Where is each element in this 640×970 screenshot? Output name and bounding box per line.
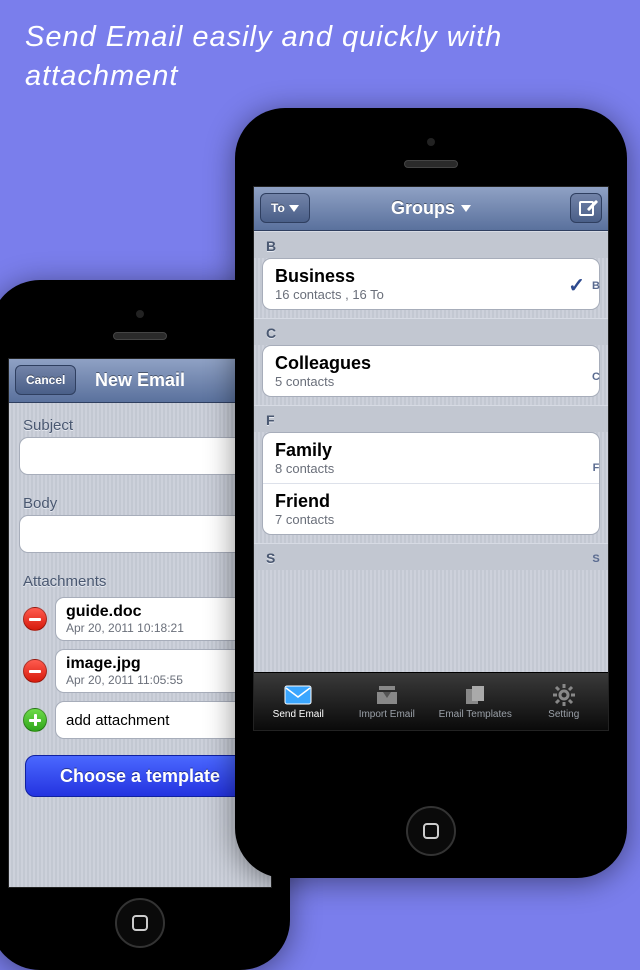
subject-input[interactable] <box>19 437 261 475</box>
add-attachment-button[interactable] <box>23 708 47 732</box>
to-selector-button[interactable]: To <box>260 193 310 223</box>
add-attachment-cell[interactable]: add attachment <box>55 701 261 739</box>
group-subtext: 16 contacts , 16 To <box>275 287 587 302</box>
mail-icon <box>284 683 312 707</box>
tab-import-email[interactable]: Import Email <box>343 673 432 730</box>
cancel-button[interactable]: Cancel <box>15 365 76 395</box>
group-name: Friend <box>275 491 587 512</box>
compose-navbar: Cancel New Email <box>9 359 271 403</box>
attachment-meta: Apr 20, 2011 11:05:55 <box>66 673 250 687</box>
tab-label: Import Email <box>359 709 415 720</box>
chevron-down-icon <box>289 205 299 212</box>
attachment-cell[interactable]: image.jpg Apr 20, 2011 11:05:55 <box>55 649 261 693</box>
group-item[interactable]: Family 8 contacts <box>263 433 599 483</box>
promo-headline: Send Email easily and quickly with attac… <box>25 18 615 96</box>
home-button[interactable] <box>115 898 165 948</box>
group-name: Business <box>275 266 587 287</box>
subject-label: Subject <box>19 411 261 437</box>
attachment-row: image.jpg Apr 20, 2011 11:05:55 <box>19 645 261 697</box>
compose-button[interactable] <box>570 193 602 223</box>
index-letter[interactable]: F <box>588 462 604 474</box>
tab-label: Email Templates <box>439 709 512 720</box>
tab-email-templates[interactable]: Email Templates <box>431 673 520 730</box>
attachment-cell[interactable]: guide.doc Apr 20, 2011 10:18:21 <box>55 597 261 641</box>
group-subtext: 5 contacts <box>275 374 587 389</box>
group-item[interactable]: Business 16 contacts , 16 To ✓ <box>263 259 599 309</box>
tab-setting[interactable]: Setting <box>520 673 609 730</box>
group-item[interactable]: Colleagues 5 contacts <box>263 346 599 396</box>
attachment-row: guide.doc Apr 20, 2011 10:18:21 <box>19 593 261 645</box>
compose-title: New Email <box>95 370 185 391</box>
index-letter[interactable]: B <box>588 280 604 292</box>
group-item[interactable]: Friend 7 contacts <box>263 483 599 534</box>
attachment-meta: Apr 20, 2011 10:18:21 <box>66 621 250 635</box>
section-header: B <box>254 231 608 258</box>
add-attachment-label: add attachment <box>66 712 250 729</box>
group-subtext: 7 contacts <box>275 512 587 527</box>
templates-icon <box>464 683 486 707</box>
group-subtext: 8 contacts <box>275 461 587 476</box>
tab-bar: Send Email Import Email Email Templates … <box>254 672 608 730</box>
groups-title[interactable]: Groups <box>391 198 471 219</box>
body-label: Body <box>19 489 261 515</box>
compose-icon <box>579 201 594 216</box>
gear-icon <box>552 683 576 707</box>
add-attachment-row: add attachment <box>19 697 261 743</box>
tab-label: Send Email <box>273 709 324 720</box>
section-header: S <box>254 543 608 570</box>
chevron-down-icon <box>461 205 471 212</box>
section-header: F <box>254 405 608 432</box>
remove-attachment-button[interactable] <box>23 659 47 683</box>
remove-attachment-button[interactable] <box>23 607 47 631</box>
check-icon: ✓ <box>568 273 585 298</box>
index-letter[interactable]: C <box>588 371 604 383</box>
choose-template-button[interactable]: Choose a template <box>25 755 255 797</box>
attachment-name: image.jpg <box>66 655 250 673</box>
section-header: C <box>254 318 608 345</box>
section-index[interactable]: B C F S <box>588 231 604 614</box>
attachments-label: Attachments <box>19 567 261 593</box>
groups-navbar: To Groups <box>254 187 608 231</box>
index-letter[interactable]: S <box>588 553 604 565</box>
attachment-name: guide.doc <box>66 603 250 621</box>
phone-frame-groups: To Groups B Business 16 contacts , 16 To… <box>235 108 627 878</box>
group-name: Family <box>275 440 587 461</box>
body-input[interactable] <box>19 515 261 553</box>
home-button[interactable] <box>406 806 456 856</box>
tab-send-email[interactable]: Send Email <box>254 673 343 730</box>
import-icon <box>375 683 399 707</box>
group-name: Colleagues <box>275 353 587 374</box>
tab-label: Setting <box>548 709 579 720</box>
